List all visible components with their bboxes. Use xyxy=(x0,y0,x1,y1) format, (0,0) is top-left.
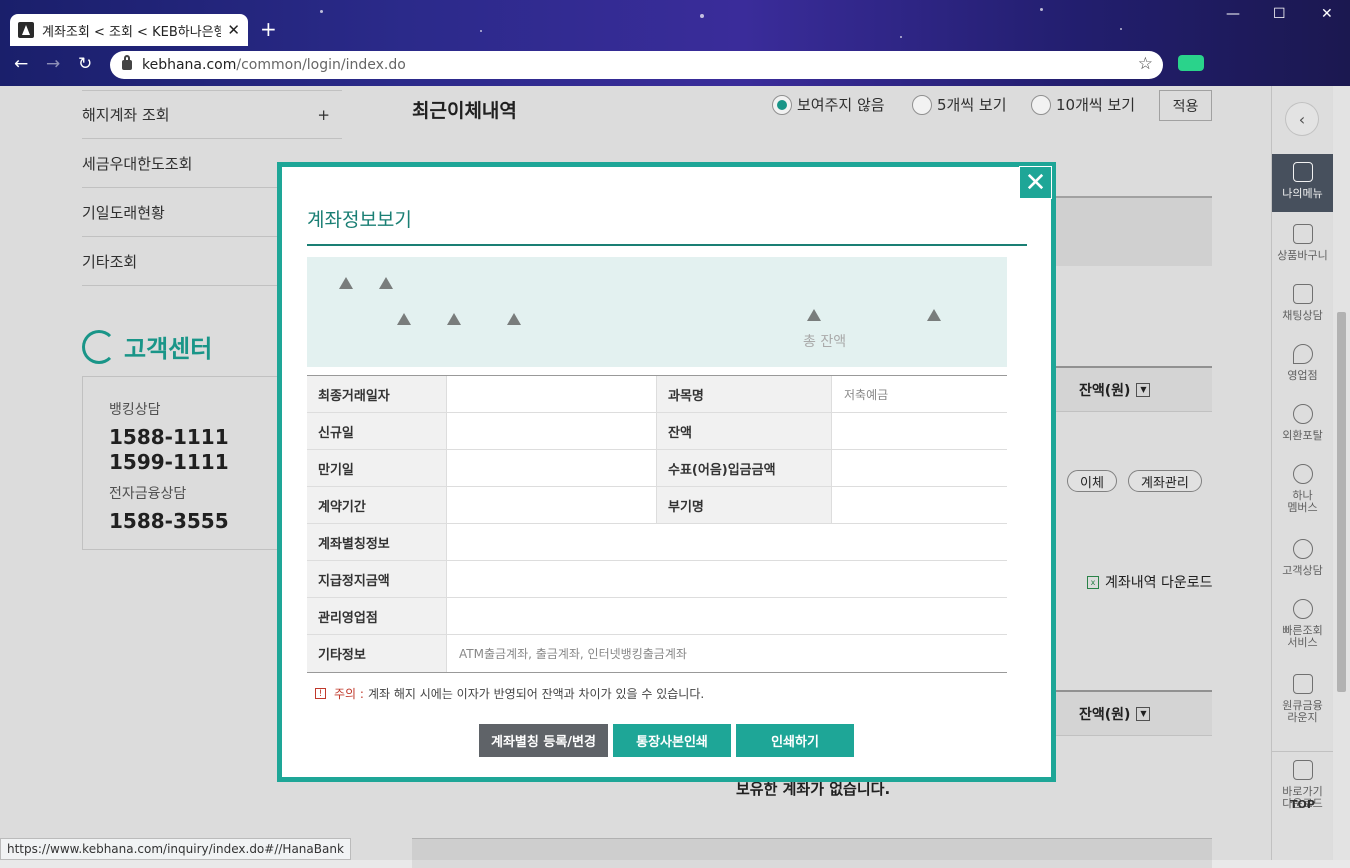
minimize-icon[interactable]: — xyxy=(1226,6,1240,22)
cell-value xyxy=(447,413,657,449)
lock-icon xyxy=(122,55,132,70)
modal-title: 계좌정보보기 xyxy=(307,209,412,231)
cell-value xyxy=(447,376,657,412)
cell-label: 최종거래일자 xyxy=(307,376,447,412)
cell-label: 기타정보 xyxy=(307,635,447,672)
address-bar[interactable]: kebhana.com/common/login/index.do ☆ xyxy=(110,51,1163,79)
table-row: 최종거래일자 과목명 저축예금 xyxy=(307,376,1007,413)
etc-value: ATM출금계좌, 출금계좌, 인터넷뱅킹출금계좌 xyxy=(459,647,687,661)
cell-label: 계약기간 xyxy=(307,487,447,523)
warning-text: 계좌 해지 시에는 이자가 반영되어 잔액과 차이가 있을 수 있습니다. xyxy=(367,687,705,701)
table-row: 계좌별칭정보 xyxy=(307,524,1007,561)
close-tab-icon[interactable]: ✕ xyxy=(227,21,240,39)
table-row: 관리영업점 xyxy=(307,598,1007,635)
redaction-mark xyxy=(447,313,461,325)
cell-value xyxy=(832,487,1007,523)
alias-register-button[interactable]: 계좌별칭 등록/변경 xyxy=(479,724,608,757)
bookmark-star-icon[interactable]: ☆ xyxy=(1138,54,1153,74)
cell-value xyxy=(832,450,1007,486)
favicon-icon xyxy=(18,22,34,38)
maximize-icon[interactable]: ☐ xyxy=(1273,6,1286,22)
total-balance-label: 총 잔액 xyxy=(803,334,847,350)
title-divider xyxy=(307,244,1027,246)
cell-value xyxy=(447,524,1007,560)
browser-tab[interactable]: 계좌조회 < 조회 < KEB하나은행 ✕ xyxy=(10,14,248,46)
reload-icon[interactable]: ↻ xyxy=(78,54,92,74)
warning-note: ! 주의 : 계좌 해지 시에는 이자가 반영되어 잔액과 차이가 있을 수 있… xyxy=(315,685,704,702)
cell-value xyxy=(832,413,1007,449)
warning-icon: ! xyxy=(315,688,326,699)
cell-label: 부기명 xyxy=(657,487,832,523)
cell-label: 지급정지금액 xyxy=(307,561,447,597)
cell-value xyxy=(447,598,1007,634)
table-row: 기타정보 ATM출금계좌, 출금계좌, 인터넷뱅킹출금계좌 xyxy=(307,635,1007,672)
cell-label: 관리영업점 xyxy=(307,598,447,634)
cell-label: 만기일 xyxy=(307,450,447,486)
account-info-modal: ✕ 계좌정보보기 총 잔액 최종거래일자 과목명 저축예금 신규일 잔액 만기일… xyxy=(277,162,1056,782)
url-path: /common/login/index.do xyxy=(236,57,406,73)
warning-label: 주의 : xyxy=(334,687,364,701)
cell-label: 수표(어음)입금금액 xyxy=(657,450,832,486)
table-row: 신규일 잔액 xyxy=(307,413,1007,450)
redaction-mark xyxy=(807,309,821,321)
close-icon[interactable]: ✕ xyxy=(1019,166,1052,199)
table-row: 계약기간 부기명 xyxy=(307,487,1007,524)
print-button[interactable]: 인쇄하기 xyxy=(736,724,854,757)
redaction-mark xyxy=(339,277,353,289)
close-window-icon[interactable]: ✕ xyxy=(1321,6,1333,22)
account-summary-box: 총 잔액 xyxy=(307,257,1007,367)
browser-chrome: 계좌조회 < 조회 < KEB하나은행 ✕ + — ☐ ✕ ← → ↻ kebh… xyxy=(0,0,1350,86)
extension-icon[interactable] xyxy=(1178,55,1204,71)
cell-label: 계좌별칭정보 xyxy=(307,524,447,560)
tab-title: 계좌조회 < 조회 < KEB하나은행 xyxy=(42,24,222,40)
cell-value xyxy=(447,561,1007,597)
cell-label: 신규일 xyxy=(307,413,447,449)
passbook-print-button[interactable]: 통장사본인쇄 xyxy=(613,724,731,757)
back-arrow-icon[interactable]: ← xyxy=(14,54,28,74)
url-host: kebhana.com xyxy=(142,57,237,73)
account-info-table: 최종거래일자 과목명 저축예금 신규일 잔액 만기일 수표(어음)입금금액 계약… xyxy=(307,375,1007,673)
product-value: 저축예금 xyxy=(844,387,889,402)
redaction-mark xyxy=(927,309,941,321)
status-bar-url: https://www.kebhana.com/inquiry/index.do… xyxy=(0,838,351,860)
cell-label: 잔액 xyxy=(657,413,832,449)
redaction-mark xyxy=(507,313,521,325)
cell-value xyxy=(447,450,657,486)
new-tab-button[interactable]: + xyxy=(260,18,277,40)
cell-label: 과목명 xyxy=(657,376,832,412)
table-row: 지급정지금액 xyxy=(307,561,1007,598)
table-row: 만기일 수표(어음)입금금액 xyxy=(307,450,1007,487)
redaction-mark xyxy=(379,277,393,289)
redaction-mark xyxy=(397,313,411,325)
cell-value xyxy=(447,487,657,523)
forward-arrow-icon[interactable]: → xyxy=(46,54,60,74)
